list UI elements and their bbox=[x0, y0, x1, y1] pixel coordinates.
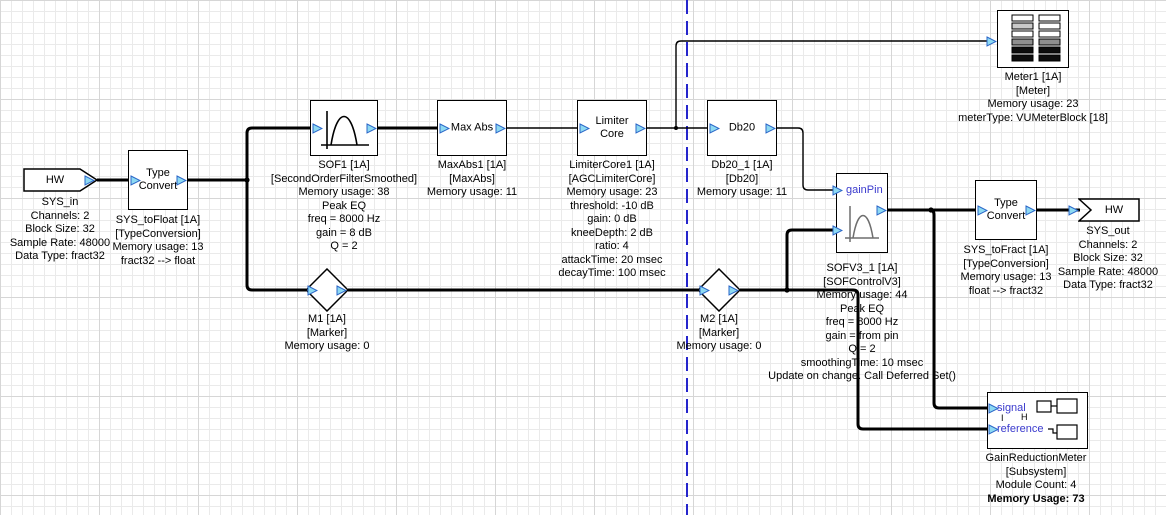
caption-line: decayTime: 100 msec bbox=[512, 267, 712, 281]
module-label: HW bbox=[23, 174, 87, 186]
pin-m1-input[interactable] bbox=[307, 285, 318, 296]
pin-limiter-input[interactable] bbox=[579, 123, 590, 134]
caption-line: threshold: -10 dB bbox=[512, 200, 712, 214]
caption-line: Block Size: 32 bbox=[1008, 252, 1166, 266]
caption-line: Meter1 [1A] bbox=[933, 71, 1133, 85]
caption-sys-out: SYS_outChannels: 2Block Size: 32Sample R… bbox=[1008, 225, 1166, 293]
caption-line: M1 [1A] bbox=[227, 313, 427, 327]
pin-meter1-input[interactable] bbox=[986, 36, 997, 47]
module-label: Limiter Core bbox=[591, 115, 633, 141]
caption-meter1: Meter1 [1A][Meter]Memory usage: 23meterT… bbox=[933, 71, 1133, 125]
caption-m1: M1 [1A][Marker]Memory usage: 0 bbox=[227, 313, 427, 354]
caption-line: [Subsystem] bbox=[936, 466, 1136, 480]
caption-line: gain: 0 dB bbox=[512, 213, 712, 227]
caption-line: Peak EQ bbox=[732, 303, 992, 317]
pin-db20-input[interactable] bbox=[709, 123, 720, 134]
pin-sofv3-signal-input[interactable] bbox=[832, 225, 843, 236]
caption-memory-usage-bold: Memory Usage: 73 bbox=[936, 493, 1136, 507]
caption-line: attackTime: 20 msec bbox=[512, 254, 712, 268]
pin-grm-reference-input[interactable] bbox=[988, 424, 999, 435]
pin-sof1-output[interactable] bbox=[366, 123, 377, 134]
caption-line: Module Count: 4 bbox=[936, 479, 1136, 493]
caption-line: smoothingTime: 10 msec bbox=[732, 357, 992, 371]
layout-canvas[interactable]: HW SYS_inChannels: 2Block Size: 32Sample… bbox=[0, 0, 1166, 515]
caption-line: meterType: VUMeterBlock [18] bbox=[933, 112, 1133, 126]
pin-typeconvert-out-input[interactable] bbox=[977, 205, 988, 216]
caption-line: ratio: 4 bbox=[512, 240, 712, 254]
caption-line: kneeDepth: 2 dB bbox=[512, 227, 712, 241]
caption-line: Sample Rate: 48000 bbox=[1008, 266, 1166, 280]
pin-maxabs-input[interactable] bbox=[439, 123, 450, 134]
module-label: HW bbox=[1088, 204, 1140, 216]
module-label: Type Convert bbox=[135, 167, 181, 193]
pin-grm-signal-input[interactable] bbox=[988, 403, 999, 414]
gain-pin-label: gainPin bbox=[846, 184, 883, 196]
pin-db20-output[interactable] bbox=[765, 123, 776, 134]
pin-sysout-input[interactable] bbox=[1068, 205, 1079, 216]
caption-line: freq = 8000 Hz bbox=[732, 316, 992, 330]
caption-line: [Meter] bbox=[933, 85, 1133, 99]
caption-line: gain = 8 dB bbox=[244, 227, 444, 241]
caption-line: gain = from pin bbox=[732, 330, 992, 344]
caption-line: GainReductionMeter bbox=[936, 452, 1136, 466]
pin-maxabs-output[interactable] bbox=[495, 123, 506, 134]
signal-pin-label: signal bbox=[997, 402, 1026, 414]
caption-db20: Db20_1 [1A][Db20]Memory usage: 11 bbox=[642, 159, 842, 200]
pin-typeconvert-in-output[interactable] bbox=[176, 175, 187, 186]
pin-limiter-output[interactable] bbox=[635, 123, 646, 134]
caption-line: Peak EQ bbox=[244, 200, 444, 214]
module-label: Type Convert bbox=[982, 197, 1030, 223]
caption-line: fract32 --> float bbox=[58, 255, 258, 269]
pin-sof1-input[interactable] bbox=[312, 123, 323, 134]
caption-line: SYS_toFloat [1A] bbox=[58, 214, 258, 228]
pin-m2-input[interactable] bbox=[699, 285, 710, 296]
caption-line: SYS_out bbox=[1008, 225, 1166, 239]
pin-sofv3-output[interactable] bbox=[876, 205, 887, 216]
module-sys-out[interactable]: HW bbox=[1078, 198, 1140, 222]
caption-lines: GainReductionMeter[Subsystem]Module Coun… bbox=[936, 452, 1136, 493]
vu-meter-icon bbox=[998, 11, 1067, 66]
module-gain-reduction-meter[interactable]: signal reference I H bbox=[987, 392, 1088, 449]
caption-line: Memory usage: 11 bbox=[642, 186, 842, 200]
caption-line: Db20_1 [1A] bbox=[642, 159, 842, 173]
pin-sysin-out[interactable] bbox=[84, 175, 95, 186]
caption-line: Channels: 2 bbox=[1008, 239, 1166, 253]
pin-m2-output[interactable] bbox=[728, 285, 739, 296]
pin-m1-output[interactable] bbox=[336, 285, 347, 296]
caption-line: Memory usage: 23 bbox=[933, 98, 1133, 112]
caption-type-convert-in: SYS_toFloat [1A][TypeConversion]Memory u… bbox=[58, 214, 258, 268]
pin-typeconvert-out-output[interactable] bbox=[1025, 205, 1036, 216]
module-meter1[interactable] bbox=[997, 10, 1069, 68]
caption-line: Update on change. Call Deferred Set() bbox=[732, 370, 992, 384]
caption-line: [Db20] bbox=[642, 173, 842, 187]
reference-pin-label: reference bbox=[997, 423, 1043, 435]
caption-line: [TypeConversion] bbox=[58, 228, 258, 242]
caption-line: Memory usage: 0 bbox=[227, 340, 427, 354]
caption-line: Q = 2 bbox=[244, 240, 444, 254]
caption-line: Memory usage: 13 bbox=[58, 241, 258, 255]
icon-letter-i: I bbox=[1001, 413, 1004, 423]
pin-sofv3-gainpin-input[interactable] bbox=[832, 185, 843, 196]
caption-line: [Marker] bbox=[227, 327, 427, 341]
pin-typeconvert-in-input[interactable] bbox=[130, 175, 141, 186]
caption-gain-reduction-meter: GainReductionMeter[Subsystem]Module Coun… bbox=[936, 452, 1136, 506]
caption-line: freq = 8000 Hz bbox=[244, 213, 444, 227]
caption-line: Q = 2 bbox=[732, 343, 992, 357]
caption-line: Data Type: fract32 bbox=[1008, 279, 1166, 293]
